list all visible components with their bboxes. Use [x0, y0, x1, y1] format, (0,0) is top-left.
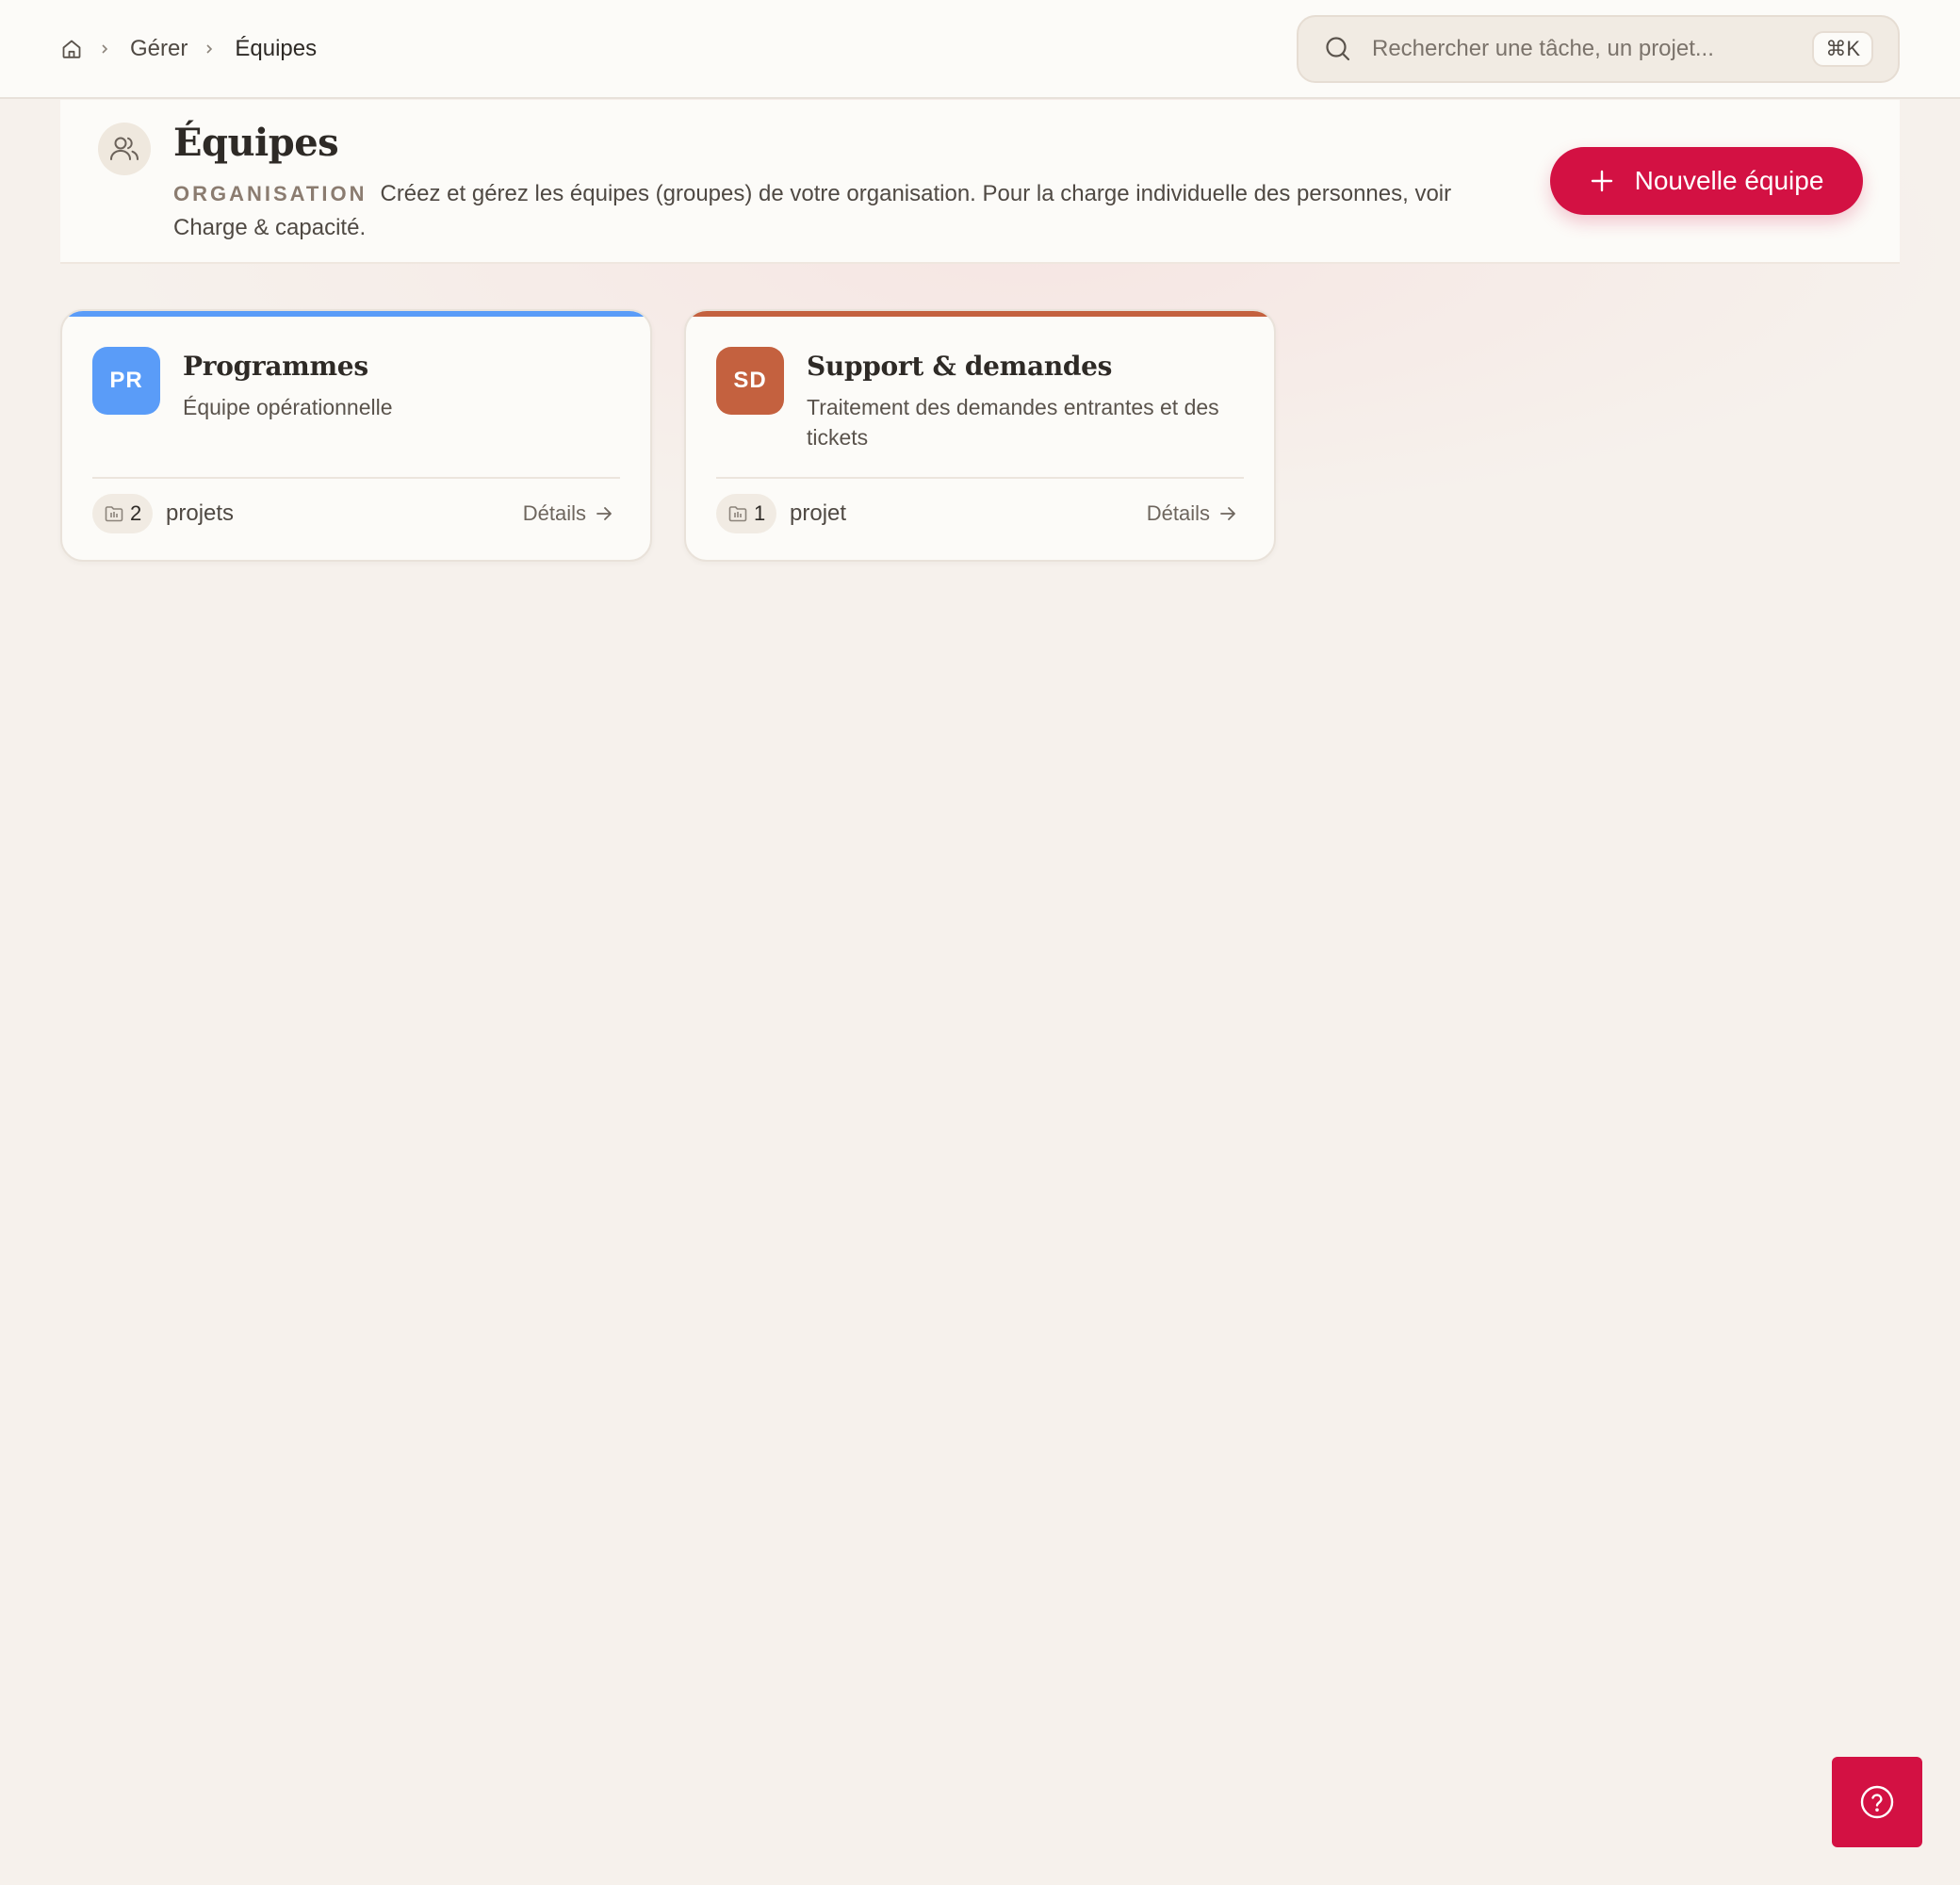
chevron-right-icon: [203, 42, 216, 56]
project-count: 2: [130, 501, 142, 525]
page-title: Équipes: [173, 121, 339, 165]
details-link-label: Détails: [1146, 501, 1210, 525]
plus-icon: [1590, 169, 1614, 193]
search-icon: [1323, 34, 1353, 64]
project-count-badge: 1: [716, 494, 777, 533]
new-team-button-label: Nouvelle équipe: [1634, 166, 1824, 195]
project-count-label: projet: [790, 500, 847, 526]
card-accent-bar: [62, 311, 650, 317]
users-icon: [98, 123, 151, 175]
team-card-support-demandes[interactable]: SD Support & demandes Traitement des dem…: [684, 309, 1276, 562]
folder-icon: [727, 503, 748, 524]
keyboard-shortcut-badge: ⌘K: [1812, 31, 1873, 67]
project-count: 1: [754, 501, 766, 525]
home-icon[interactable]: [60, 38, 83, 60]
team-name[interactable]: Support & demandes: [807, 351, 1112, 382]
help-button[interactable]: [1832, 1757, 1922, 1847]
arrow-right-icon: [1217, 503, 1238, 524]
team-avatar: SD: [716, 347, 784, 415]
team-avatar: PR: [92, 347, 160, 415]
team-name[interactable]: Programmes: [183, 351, 368, 382]
help-circle-icon: [1858, 1783, 1896, 1821]
breadcrumb: Gérer Équipes: [60, 34, 317, 64]
page-header: Équipes ORGANISATION Créez et gérez les é…: [60, 100, 1900, 264]
team-card-programmes[interactable]: PR Programmes Équipe opérationnelle 2 pr…: [60, 309, 652, 562]
section-eyebrow: ORGANISATION: [173, 182, 368, 205]
breadcrumb-item-gerer[interactable]: Gérer: [130, 36, 188, 62]
card-accent-bar: [686, 311, 1274, 317]
new-team-button[interactable]: Nouvelle équipe: [1550, 147, 1863, 215]
chevron-right-icon: [98, 42, 111, 56]
breadcrumb-item-equipes: Équipes: [235, 36, 318, 61]
folder-icon: [104, 503, 124, 524]
card-divider: [716, 477, 1244, 479]
page-description: ORGANISATION Créez et gérez les équipes (…: [173, 177, 1521, 245]
team-description: Traitement des demandes entrantes et des…: [807, 395, 1219, 450]
details-link[interactable]: Détails: [523, 498, 614, 530]
top-bar: Gérer Équipes ⌘K: [0, 0, 1960, 99]
details-link[interactable]: Détails: [1147, 498, 1238, 530]
project-count-label: projets: [166, 500, 235, 526]
team-description: Équipe opérationnelle: [183, 395, 393, 419]
card-divider: [92, 477, 620, 479]
project-count-badge: 2: [92, 494, 154, 533]
arrow-right-icon: [594, 503, 614, 524]
search-bar[interactable]: ⌘K: [1297, 15, 1900, 83]
search-input[interactable]: [1372, 36, 1787, 62]
details-link-label: Détails: [522, 501, 586, 525]
